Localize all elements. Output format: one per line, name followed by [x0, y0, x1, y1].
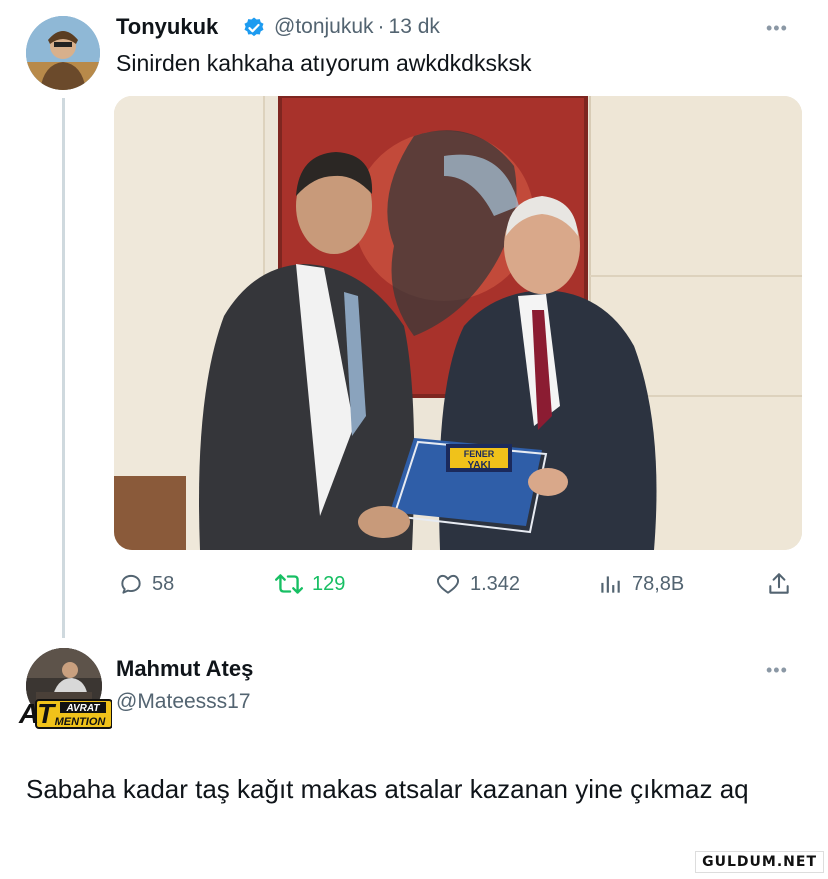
- watermark: GULDUM.NET: [695, 851, 824, 873]
- share-icon: [769, 573, 789, 594]
- timestamp[interactable]: 13 dk: [389, 15, 440, 38]
- separator: ·: [377, 15, 385, 38]
- reply-button[interactable]: 58: [118, 562, 174, 606]
- view-count: 78,8B: [632, 572, 685, 595]
- reply-text: Sabaha kadar taş kağıt makas atsalar kaz…: [26, 774, 749, 804]
- reply-more-icon[interactable]: •••: [766, 660, 788, 681]
- verified-badge-icon: [242, 16, 266, 45]
- views-icon: [601, 576, 620, 593]
- heart-icon: [437, 574, 459, 594]
- badge-small-top: AVRAT: [66, 703, 101, 714]
- badge-small-bottom: MENTION: [55, 716, 107, 728]
- reply-author-handle[interactable]: @Mateesss17: [116, 690, 251, 714]
- reply-count: 58: [152, 572, 175, 595]
- reply-icon: [121, 574, 141, 594]
- like-button[interactable]: 1.342: [434, 562, 520, 606]
- badge-big-text: AT: [18, 698, 57, 729]
- retweet-button[interactable]: 129: [274, 562, 345, 606]
- thread-line: [62, 98, 65, 638]
- folder-label-bottom: YAKI: [468, 460, 491, 471]
- views-button[interactable]: 78,8B: [596, 562, 684, 606]
- tweet-text: Sinirden kahkaha atıyorum awkdkdksksk: [116, 50, 532, 76]
- author-handle[interactable]: @tonjukuk · 13 dk: [274, 15, 440, 39]
- avatar-badge: AT AVRAT MENTION: [16, 696, 113, 730]
- more-icon[interactable]: •••: [766, 18, 788, 39]
- tweet-actions: 58 129 1.342 78,8B: [114, 562, 802, 606]
- retweet-count: 129: [312, 572, 346, 595]
- handle-text[interactable]: @tonjukuk: [274, 15, 374, 38]
- reply-author-name[interactable]: Mahmut Ateş: [116, 656, 253, 682]
- author-name[interactable]: Tonyukuk: [116, 14, 218, 40]
- avatar[interactable]: [26, 16, 100, 90]
- share-button[interactable]: [766, 562, 792, 606]
- like-count: 1.342: [470, 572, 521, 595]
- folder-label-top: FENER: [464, 449, 495, 459]
- tweet-media-image[interactable]: FENER YAKI: [114, 96, 802, 550]
- retweet-icon: [274, 574, 304, 594]
